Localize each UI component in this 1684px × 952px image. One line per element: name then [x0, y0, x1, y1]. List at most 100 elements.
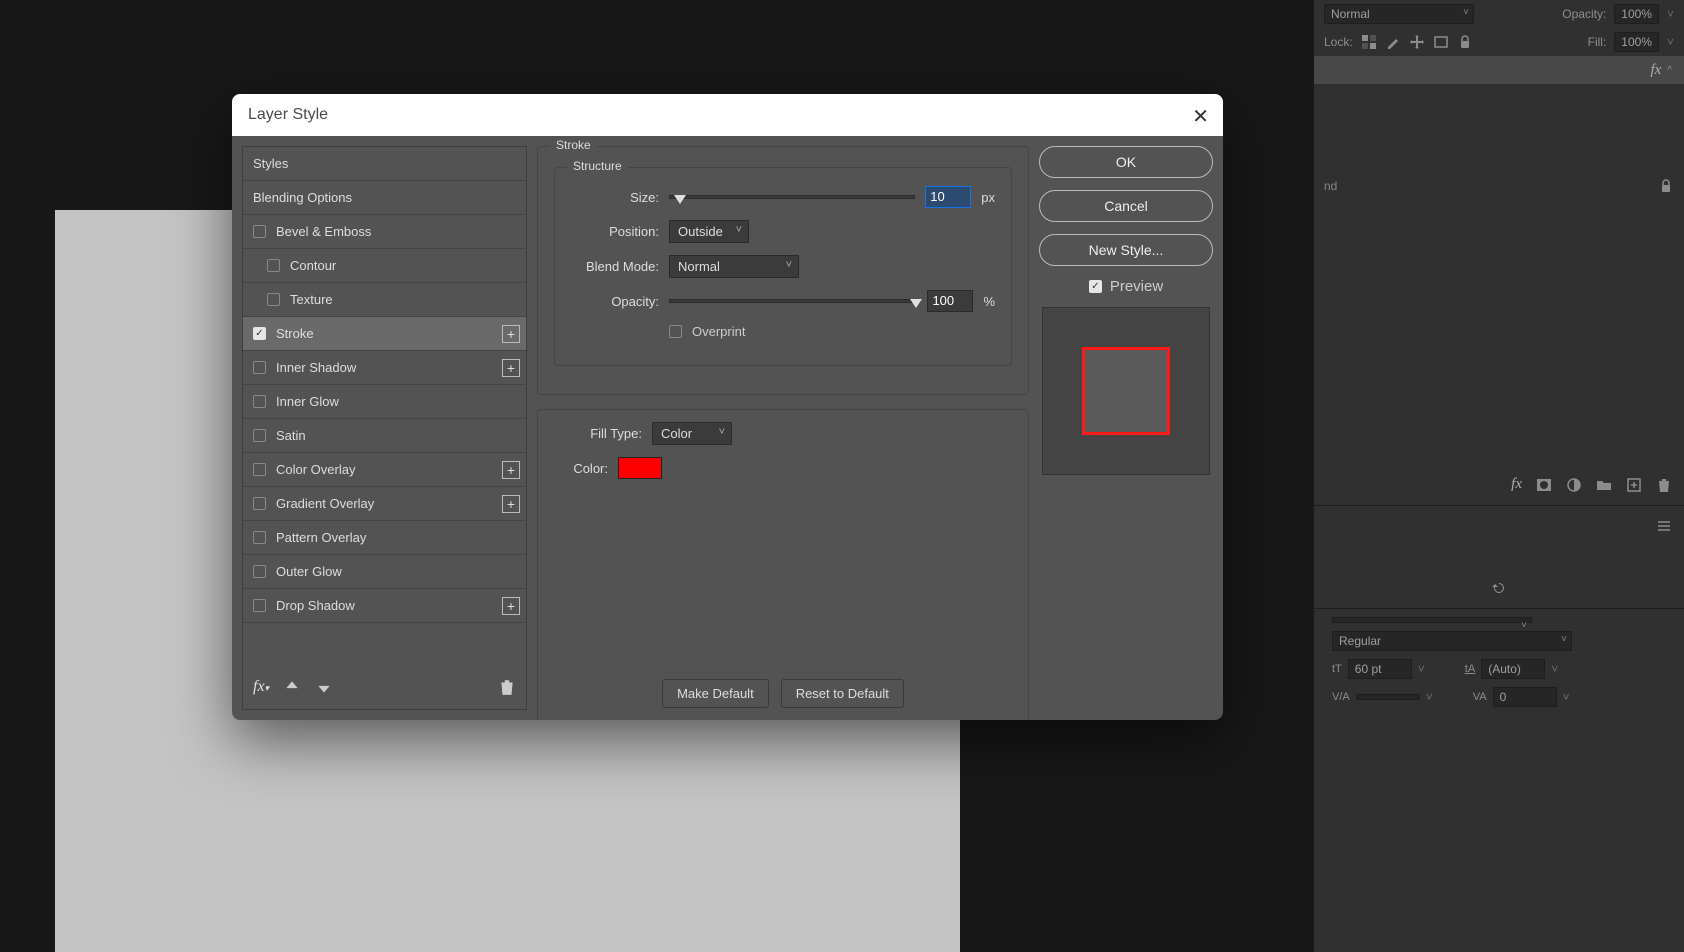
preview-inner	[1082, 347, 1170, 435]
satin-checkbox[interactable]	[253, 429, 266, 442]
stroke-add-button[interactable]: +	[502, 325, 520, 343]
drop-shadow-add-button[interactable]: +	[502, 597, 520, 615]
font-weight-select[interactable]: Regular	[1332, 631, 1572, 651]
gradient-overlay-checkbox[interactable]	[253, 497, 266, 510]
opacity-value[interactable]: 100%	[1614, 4, 1659, 24]
reset-default-button[interactable]: Reset to Default	[781, 679, 904, 708]
lock-label: Lock:	[1324, 35, 1353, 49]
right-panels: Normal Opacity: 100% ˅ Lock: Fill: 100% …	[1314, 0, 1684, 952]
font-select[interactable]	[1332, 617, 1532, 623]
move-up-icon[interactable]	[283, 678, 301, 696]
font-size-icon: tT	[1332, 663, 1342, 675]
new-layer-icon[interactable]	[1626, 477, 1642, 493]
texture-item[interactable]: Texture	[243, 283, 526, 317]
size-unit: px	[981, 190, 995, 205]
gradient-overlay-item[interactable]: Gradient Overlay+	[243, 487, 526, 521]
satin-item[interactable]: Satin	[243, 419, 526, 453]
drop-shadow-checkbox[interactable]	[253, 599, 266, 612]
blendmode-select[interactable]: Normal	[669, 255, 799, 278]
kerning-icon: V/A	[1332, 691, 1350, 703]
inner-glow-checkbox[interactable]	[253, 395, 266, 408]
folder-icon[interactable]	[1596, 477, 1612, 493]
stroke-item[interactable]: Stroke+	[243, 317, 526, 351]
lock-icon[interactable]	[1658, 178, 1674, 194]
leading-icon: tA	[1465, 663, 1475, 675]
font-size-value[interactable]: 60 pt	[1348, 659, 1412, 679]
overprint-checkbox[interactable]	[669, 325, 682, 338]
color-overlay-add-button[interactable]: +	[502, 461, 520, 479]
filltype-label: Fill Type:	[554, 426, 642, 441]
lock-transparency-icon[interactable]	[1361, 34, 1377, 50]
make-default-button[interactable]: Make Default	[662, 679, 769, 708]
filltype-select[interactable]: Color	[652, 422, 732, 445]
position-label: Position:	[571, 224, 659, 239]
blending-options-item[interactable]: Blending Options	[243, 181, 526, 215]
color-overlay-checkbox[interactable]	[253, 463, 266, 476]
panel-menu-icon[interactable]	[1656, 518, 1672, 534]
fx-indicator: fx	[1650, 62, 1661, 79]
outer-glow-item[interactable]: Outer Glow	[243, 555, 526, 589]
pattern-overlay-checkbox[interactable]	[253, 531, 266, 544]
bevel-emboss-checkbox[interactable]	[253, 225, 266, 238]
bevel-emboss-item[interactable]: Bevel & Emboss	[243, 215, 526, 249]
opacity-input[interactable]: 100	[927, 290, 973, 312]
tracking-value[interactable]: 0	[1493, 687, 1557, 707]
styles-header[interactable]: Styles	[243, 147, 526, 181]
lock-artboard-icon[interactable]	[1433, 34, 1449, 50]
dialog-title: Layer Style	[248, 106, 328, 124]
color-overlay-item[interactable]: Color Overlay+	[243, 453, 526, 487]
lock-all-icon[interactable]	[1457, 34, 1473, 50]
inner-glow-item[interactable]: Inner Glow	[243, 385, 526, 419]
opacity-label: Opacity:	[1562, 7, 1606, 21]
position-select[interactable]: Outside	[669, 220, 749, 243]
gradient-overlay-add-button[interactable]: +	[502, 495, 520, 513]
drop-shadow-item[interactable]: Drop Shadow+	[243, 589, 526, 623]
inner-shadow-add-button[interactable]: +	[502, 359, 520, 377]
close-button[interactable]: ✕	[1192, 104, 1209, 129]
stroke-legend: Stroke	[550, 138, 597, 152]
fill-label: Fill:	[1588, 35, 1607, 49]
cancel-button[interactable]: Cancel	[1039, 190, 1213, 222]
ok-button[interactable]: OK	[1039, 146, 1213, 178]
new-style-button[interactable]: New Style...	[1039, 234, 1213, 266]
trash-icon[interactable]	[1656, 477, 1672, 493]
outer-glow-checkbox[interactable]	[253, 565, 266, 578]
leading-value[interactable]: (Auto)	[1481, 659, 1545, 679]
move-down-icon[interactable]	[315, 678, 333, 696]
opacity-slider[interactable]	[669, 299, 917, 303]
color-label: Color:	[554, 461, 608, 476]
size-label: Size:	[571, 190, 659, 205]
overprint-label: Overprint	[692, 324, 745, 339]
mask-icon[interactable]	[1536, 477, 1552, 493]
texture-checkbox[interactable]	[267, 293, 280, 306]
dialog-titlebar: Layer Style ✕	[232, 94, 1223, 136]
blendmode-label: Blend Mode:	[571, 259, 659, 274]
reset-icon[interactable]	[1491, 580, 1507, 596]
lock-brush-icon[interactable]	[1385, 34, 1401, 50]
contour-checkbox[interactable]	[267, 259, 280, 272]
blend-mode-select[interactable]: Normal	[1324, 4, 1474, 24]
size-input[interactable]: 10	[925, 186, 971, 208]
adjustment-icon[interactable]	[1566, 477, 1582, 493]
size-slider[interactable]	[669, 195, 915, 199]
layer-style-dialog: Layer Style ✕ Styles Blending Options Be…	[232, 94, 1223, 720]
stroke-checkbox[interactable]	[253, 327, 266, 340]
lock-move-icon[interactable]	[1409, 34, 1425, 50]
preview-label: Preview	[1110, 278, 1163, 295]
preview-checkbox[interactable]	[1089, 280, 1102, 293]
preview-thumbnail	[1042, 307, 1210, 475]
pattern-overlay-item[interactable]: Pattern Overlay	[243, 521, 526, 555]
stroke-settings: Stroke Structure Size: 10 px Position: O…	[537, 146, 1029, 710]
fx-button-icon[interactable]: fx	[1511, 476, 1522, 493]
kerning-value[interactable]	[1356, 694, 1420, 700]
opacity-label: Opacity:	[571, 294, 659, 309]
fill-value[interactable]: 100%	[1614, 32, 1659, 52]
styles-list: Styles Blending Options Bevel & Emboss C…	[242, 146, 527, 710]
dialog-actions: OK Cancel New Style... Preview	[1039, 146, 1213, 710]
color-swatch[interactable]	[618, 457, 662, 479]
contour-item[interactable]: Contour	[243, 249, 526, 283]
fx-menu-icon[interactable]: fx▾	[253, 678, 269, 696]
inner-shadow-item[interactable]: Inner Shadow+	[243, 351, 526, 385]
delete-effect-icon[interactable]	[498, 678, 516, 696]
inner-shadow-checkbox[interactable]	[253, 361, 266, 374]
